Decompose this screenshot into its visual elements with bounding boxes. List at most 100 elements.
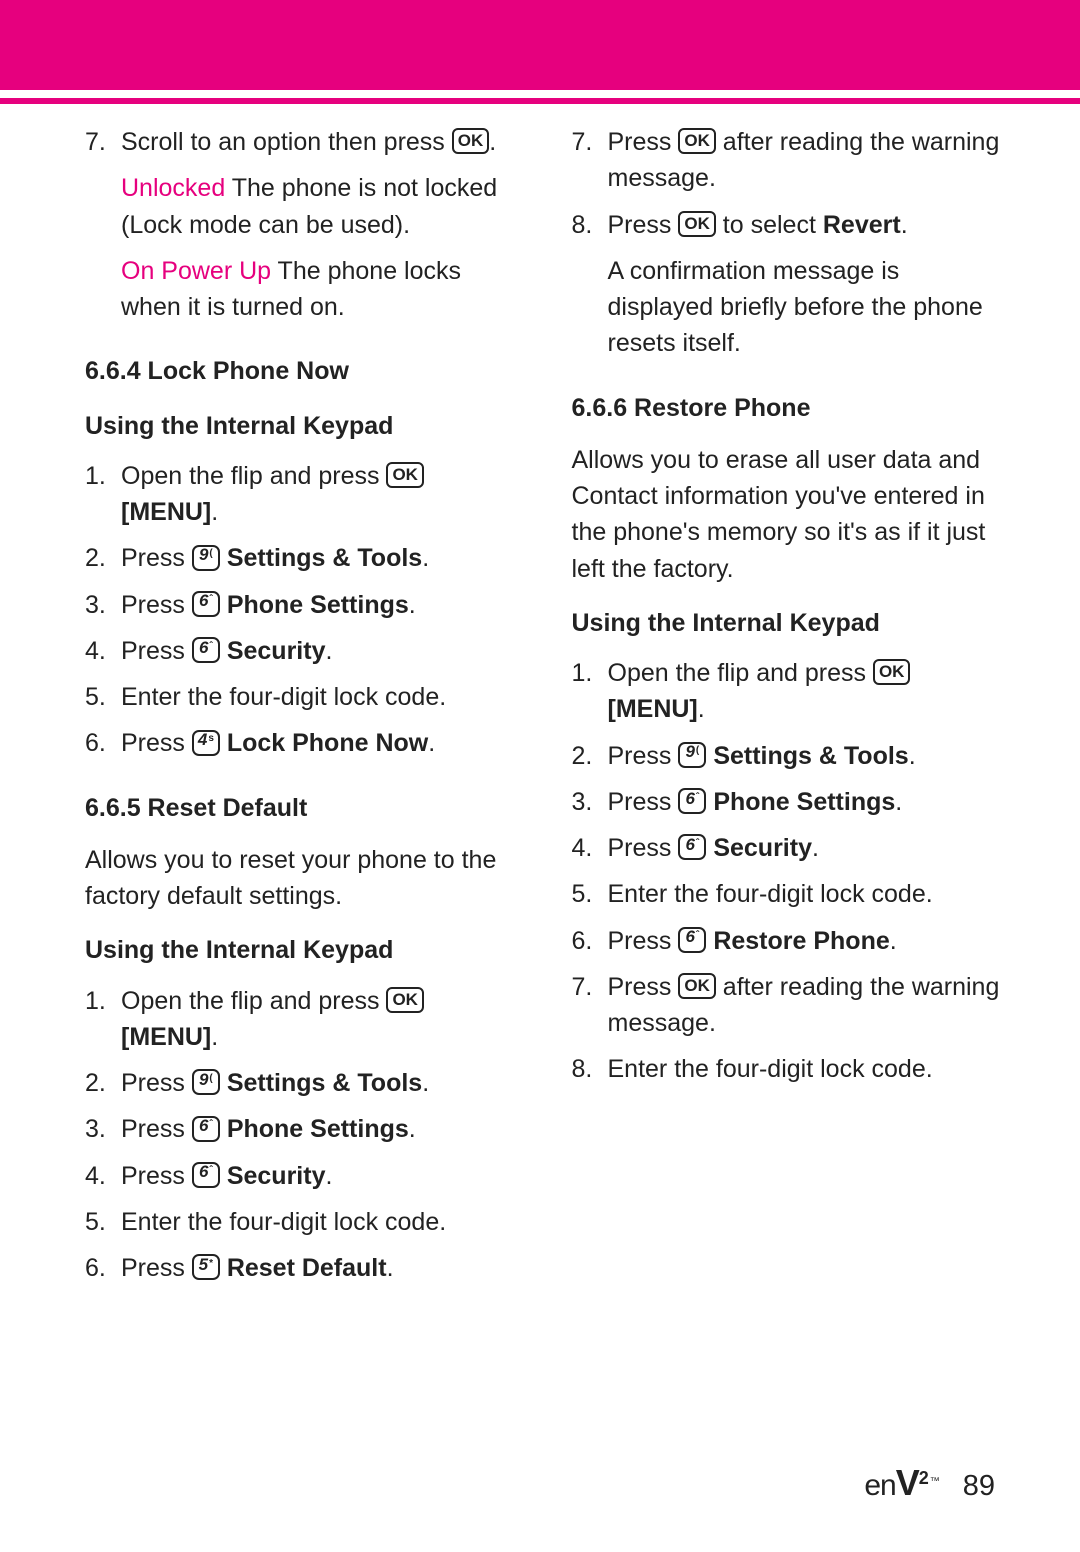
- text: Press: [121, 1069, 192, 1097]
- key-6-icon: 6ˆ: [678, 788, 706, 814]
- step-number: 4.: [85, 633, 111, 669]
- text: Press: [608, 211, 679, 239]
- step-text: Press 4s Lock Phone Now.: [121, 725, 524, 761]
- key-6-icon: 6ˆ: [192, 637, 220, 663]
- key-6-icon: 6ˆ: [678, 834, 706, 860]
- right-column: 7. Press OK after reading the warning me…: [572, 124, 1011, 1296]
- step-664-3: 3. Press 6ˆ Phone Settings.: [85, 587, 524, 623]
- key-sup: ˆ: [696, 791, 699, 806]
- key-digit: 6: [199, 1160, 208, 1185]
- desc-665: Allows you to reset your phone to the fa…: [85, 842, 524, 915]
- key-digit: 9: [685, 740, 694, 765]
- page-number: 89: [963, 1470, 995, 1503]
- text: Open the flip and press: [121, 987, 386, 1015]
- step-666-2: 2. Press 9( Settings & Tools.: [572, 738, 1011, 774]
- step-number: 5.: [85, 679, 111, 715]
- key-sup: ˆ: [209, 1118, 212, 1133]
- accent-label: On Power Up: [121, 257, 271, 285]
- text: .: [895, 788, 902, 816]
- subheading-using: Using the Internal Keypad: [572, 605, 1011, 641]
- text: Scroll to an option then press: [121, 128, 452, 156]
- bold-text: Phone Settings: [227, 591, 409, 619]
- key-9-icon: 9(: [192, 1069, 220, 1095]
- text: Press: [121, 729, 192, 757]
- text: Press: [121, 637, 192, 665]
- key-sup: ˆ: [209, 1164, 212, 1179]
- text: .: [812, 834, 819, 862]
- step-666-4: 4. Press 6ˆ Security.: [572, 830, 1011, 866]
- logo-v: V: [896, 1462, 919, 1503]
- key-sup: ˆ: [696, 837, 699, 852]
- key-sup: (: [696, 744, 699, 759]
- accent-label: Unlocked: [121, 174, 225, 202]
- text: Press: [608, 927, 679, 955]
- step-text: Press 6ˆ Security.: [121, 1158, 524, 1194]
- step-text: Press 9( Settings & Tools.: [121, 540, 524, 576]
- step-664-6: 6. Press 4s Lock Phone Now.: [85, 725, 524, 761]
- text: Press: [608, 834, 679, 862]
- bold-text: Phone Settings: [713, 788, 895, 816]
- step-number: 4.: [85, 1158, 111, 1194]
- key-sup: ˆ: [209, 640, 212, 655]
- logo-e: e: [864, 1469, 880, 1502]
- text: Press: [121, 591, 192, 619]
- step-664-2: 2. Press 9( Settings & Tools.: [85, 540, 524, 576]
- text: Press: [608, 788, 679, 816]
- step-664-1: 1. Open the flip and press OK [MENU].: [85, 458, 524, 531]
- bold-text: [MENU]: [121, 1023, 211, 1051]
- text: to select: [716, 211, 823, 239]
- step-665-8: 8. Press OK to select Revert.: [572, 207, 1011, 243]
- key-sup: ˆ: [209, 593, 212, 608]
- step-text: Enter the four-digit lock code.: [121, 1204, 524, 1240]
- key-4-icon: 4s: [192, 730, 220, 756]
- text: .: [422, 1069, 429, 1097]
- step-number: 1.: [85, 458, 111, 494]
- confirmation-note: A confirmation message is displayed brie…: [608, 253, 1011, 362]
- desc-666: Allows you to erase all user data and Co…: [572, 442, 1011, 587]
- logo-n: n: [880, 1469, 896, 1502]
- text: Press: [121, 1115, 192, 1143]
- ok-icon: OK: [678, 211, 716, 237]
- step-number: 3.: [85, 1111, 111, 1147]
- text: .: [387, 1254, 394, 1282]
- step-number: 7.: [85, 124, 111, 160]
- step-664-5: 5. Enter the four-digit lock code.: [85, 679, 524, 715]
- step-text: Press OK after reading the warning messa…: [608, 969, 1011, 1042]
- page-content: 7. Scroll to an option then press OK. Un…: [0, 104, 1080, 1296]
- key-digit: 6: [685, 787, 694, 812]
- ok-icon: OK: [678, 128, 716, 154]
- text: .: [422, 544, 429, 572]
- step-666-7: 7. Press OK after reading the warning me…: [572, 969, 1011, 1042]
- key-digit: 6: [685, 925, 694, 950]
- text: .: [325, 1162, 332, 1190]
- key-digit: 9: [199, 1068, 208, 1093]
- step-text: Press 6ˆ Phone Settings.: [121, 587, 524, 623]
- key-6-icon: 6ˆ: [192, 591, 220, 617]
- key-digit: 6: [199, 636, 208, 661]
- text: .: [698, 695, 705, 723]
- step-number: 3.: [85, 587, 111, 623]
- key-sup: (: [209, 547, 212, 562]
- unlocked-note: Unlocked The phone is not locked (Lock m…: [121, 170, 524, 243]
- ok-icon: OK: [386, 462, 424, 488]
- step-666-8: 8. Enter the four-digit lock code.: [572, 1051, 1011, 1087]
- ok-icon: OK: [678, 973, 716, 999]
- bold-text: Settings & Tools: [227, 544, 422, 572]
- bold-text: Settings & Tools: [227, 1069, 422, 1097]
- step-text: Open the flip and press OK [MENU].: [608, 655, 1011, 728]
- step-665-1: 1. Open the flip and press OK [MENU].: [85, 983, 524, 1056]
- onpowerup-note: On Power Up The phone locks when it is t…: [121, 253, 524, 326]
- step-665-6: 6. Press 5* Reset Default.: [85, 1250, 524, 1286]
- key-6-icon: 6ˆ: [192, 1116, 220, 1142]
- step-text: Press 9( Settings & Tools.: [608, 738, 1011, 774]
- text: .: [890, 927, 897, 955]
- step-664-4: 4. Press 6ˆ Security.: [85, 633, 524, 669]
- step-text: Enter the four-digit lock code.: [121, 679, 524, 715]
- step-number: 6.: [85, 725, 111, 761]
- subheading-using: Using the Internal Keypad: [85, 408, 524, 444]
- step-text: Press 6ˆ Phone Settings.: [608, 784, 1011, 820]
- key-digit: 6: [685, 833, 694, 858]
- bold-text: Restore Phone: [713, 927, 889, 955]
- step-number: 2.: [85, 1065, 111, 1101]
- text: .: [211, 1023, 218, 1051]
